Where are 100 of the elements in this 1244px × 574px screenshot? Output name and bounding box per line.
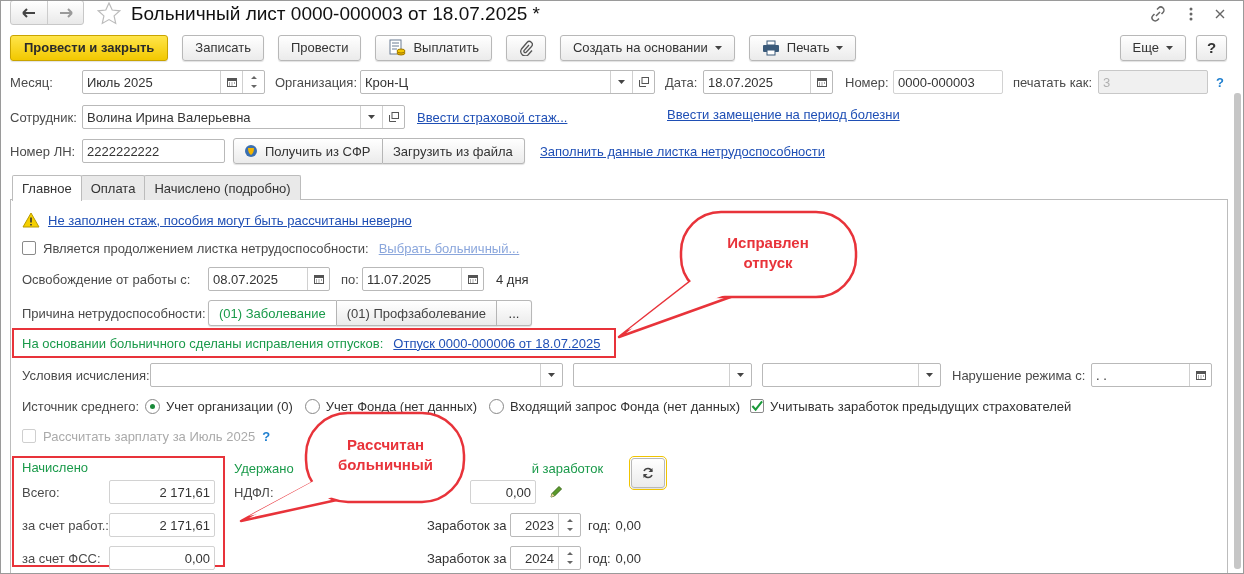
amount-field[interactable]: 0,00 [109, 546, 215, 570]
field-label: Нарушение режима с: [952, 367, 1087, 383]
organization-field[interactable]: Крон-Ц [360, 70, 655, 94]
toolbar-button[interactable]: Выплатить [375, 34, 492, 61]
number-field[interactable]: 0000-000003 [893, 70, 1003, 94]
radio-button[interactable] [304, 398, 320, 414]
conditions-field[interactable] [150, 363, 563, 387]
link-icon[interactable] [1149, 4, 1167, 23]
window-title: Больничный лист 0000-000003 от 18.07.2025 * [131, 2, 540, 25]
vacation-link[interactable]: Отпуск 0000-000006 от 18.07.2025 [393, 335, 601, 351]
field-label: Месяц: [10, 74, 54, 90]
caret-icon [737, 373, 744, 377]
field-label: Всего: [22, 484, 61, 500]
toolbar-button[interactable]: Создать на основании [559, 34, 735, 61]
radio-label: Учет организации (0) [166, 398, 293, 414]
spin-arrows-icon [250, 75, 257, 89]
corrections-text: На основании больничного сделаны исправления отпусков: [22, 335, 384, 351]
amount-field[interactable]: 2 171,61 [109, 480, 215, 504]
toolbar-button[interactable]: Провести и закрыть [10, 34, 169, 61]
emblem-icon [244, 144, 258, 158]
section-title: Начислено [22, 459, 90, 477]
calendar-icon [226, 77, 237, 87]
back-arrow-icon [22, 7, 36, 18]
amount-field[interactable]: 2 171,61 [109, 513, 215, 537]
field-label: за счет работ.: [22, 517, 109, 533]
field-label: Освобождение от работы с: [22, 271, 192, 287]
checkbox[interactable] [22, 241, 36, 255]
forward-arrow-icon [58, 7, 73, 18]
substitution-link[interactable]: Ввести замещение на период болезни [667, 106, 900, 122]
field-label: Условия исчисления: [22, 367, 150, 383]
date-field[interactable]: . . [1091, 363, 1212, 387]
calendar-icon [467, 274, 478, 284]
month-field[interactable]: Июль 2025 [82, 70, 265, 94]
scrollbar[interactable] [1234, 93, 1241, 569]
paperclip-icon [518, 39, 533, 56]
conditions-field[interactable] [573, 363, 752, 387]
document-coins-icon [388, 38, 407, 57]
radio-button[interactable] [489, 398, 505, 414]
radio-label: Учет Фонда (нет данных) [325, 398, 478, 414]
calendar-icon [816, 77, 827, 87]
checkbox[interactable] [750, 399, 765, 413]
reason-option[interactable]: (01) Профзаболевание [336, 300, 497, 326]
employee-field[interactable]: Волина Ирина Валерьевна [82, 105, 405, 129]
radio-label: Входящий запрос Фонда (нет данных) [510, 398, 741, 414]
toolbar-button[interactable]: Провести [277, 34, 362, 61]
attach-button[interactable] [505, 34, 546, 61]
toolbar-button[interactable]: Печать [748, 34, 857, 61]
field-label: Номер ЛН: [10, 143, 77, 159]
checkbox-label: Рассчитать зарплату за Июль 2025 [43, 428, 256, 444]
calendar-icon [1195, 370, 1206, 380]
spin-arrows-icon [566, 551, 573, 565]
open-window-icon [388, 112, 399, 122]
field-label: Заработок за [427, 550, 508, 566]
date-field[interactable]: 18.07.2025 [703, 70, 833, 94]
load-button[interactable]: Загрузить из файла [383, 138, 525, 164]
amount-field[interactable]: 0,00 [470, 480, 536, 504]
spin-arrows-icon [566, 518, 573, 532]
field-label: печатать как: [1013, 74, 1094, 90]
field-label: Номер: [845, 74, 890, 90]
caret-icon [714, 45, 722, 50]
calendar-icon [313, 274, 324, 284]
more-button[interactable]: Еще [1119, 34, 1186, 61]
refresh-icon [642, 467, 655, 479]
field-label: год: [588, 517, 611, 533]
field-label: Заработок за [427, 517, 508, 533]
load-button[interactable]: Получить из СФР [233, 138, 383, 164]
tab[interactable]: Оплата [80, 175, 146, 200]
pencil-icon[interactable] [549, 485, 563, 499]
more-button[interactable]: ... [497, 300, 532, 326]
help-button[interactable]: ? [1196, 34, 1227, 61]
radio-button[interactable] [145, 398, 161, 414]
reason-option[interactable]: (01) Заболевание [208, 300, 337, 326]
date-field[interactable]: 11.07.2025 [362, 267, 484, 291]
date-field[interactable]: 08.07.2025 [208, 267, 330, 291]
star-icon[interactable] [97, 2, 121, 25]
field-label: год: [588, 550, 611, 566]
caret-icon [1166, 45, 1173, 50]
checkbox-label: Учитывать заработок предыдущих страхователей [770, 398, 1072, 414]
close-icon[interactable] [1215, 8, 1225, 19]
tab[interactable]: Главное [12, 175, 82, 201]
toolbar-button[interactable]: Записать [182, 34, 264, 61]
caret-icon [368, 115, 375, 119]
field-label: Дата: [665, 74, 699, 90]
field-label: за счет ФСС: [22, 550, 102, 566]
more-icon[interactable] [1189, 6, 1193, 21]
section-title: Удержано [234, 460, 294, 476]
refresh-button[interactable] [631, 458, 666, 488]
caret-icon [836, 45, 844, 50]
fill-data-link[interactable]: Заполнить данные листка нетрудоспособности [540, 143, 826, 159]
insurance-record-link[interactable]: Ввести страховой стаж... [417, 109, 568, 125]
amount-value: 0,00 [615, 550, 641, 566]
warning-link[interactable]: Не заполнен стаж, пособия могут быть рассчитаны неверно [48, 212, 412, 228]
field-label: по: [341, 271, 360, 287]
tab[interactable]: Начислено (подробно) [144, 175, 301, 200]
days-count: 4 дня [496, 271, 529, 287]
year-field[interactable]: 2024 [510, 546, 581, 570]
sick-leave-number-field[interactable]: 2222222222 [82, 139, 225, 163]
field-label: Причина нетрудоспособности: [22, 305, 207, 321]
year-field[interactable]: 2023 [510, 513, 581, 537]
conditions-field[interactable] [762, 363, 941, 387]
